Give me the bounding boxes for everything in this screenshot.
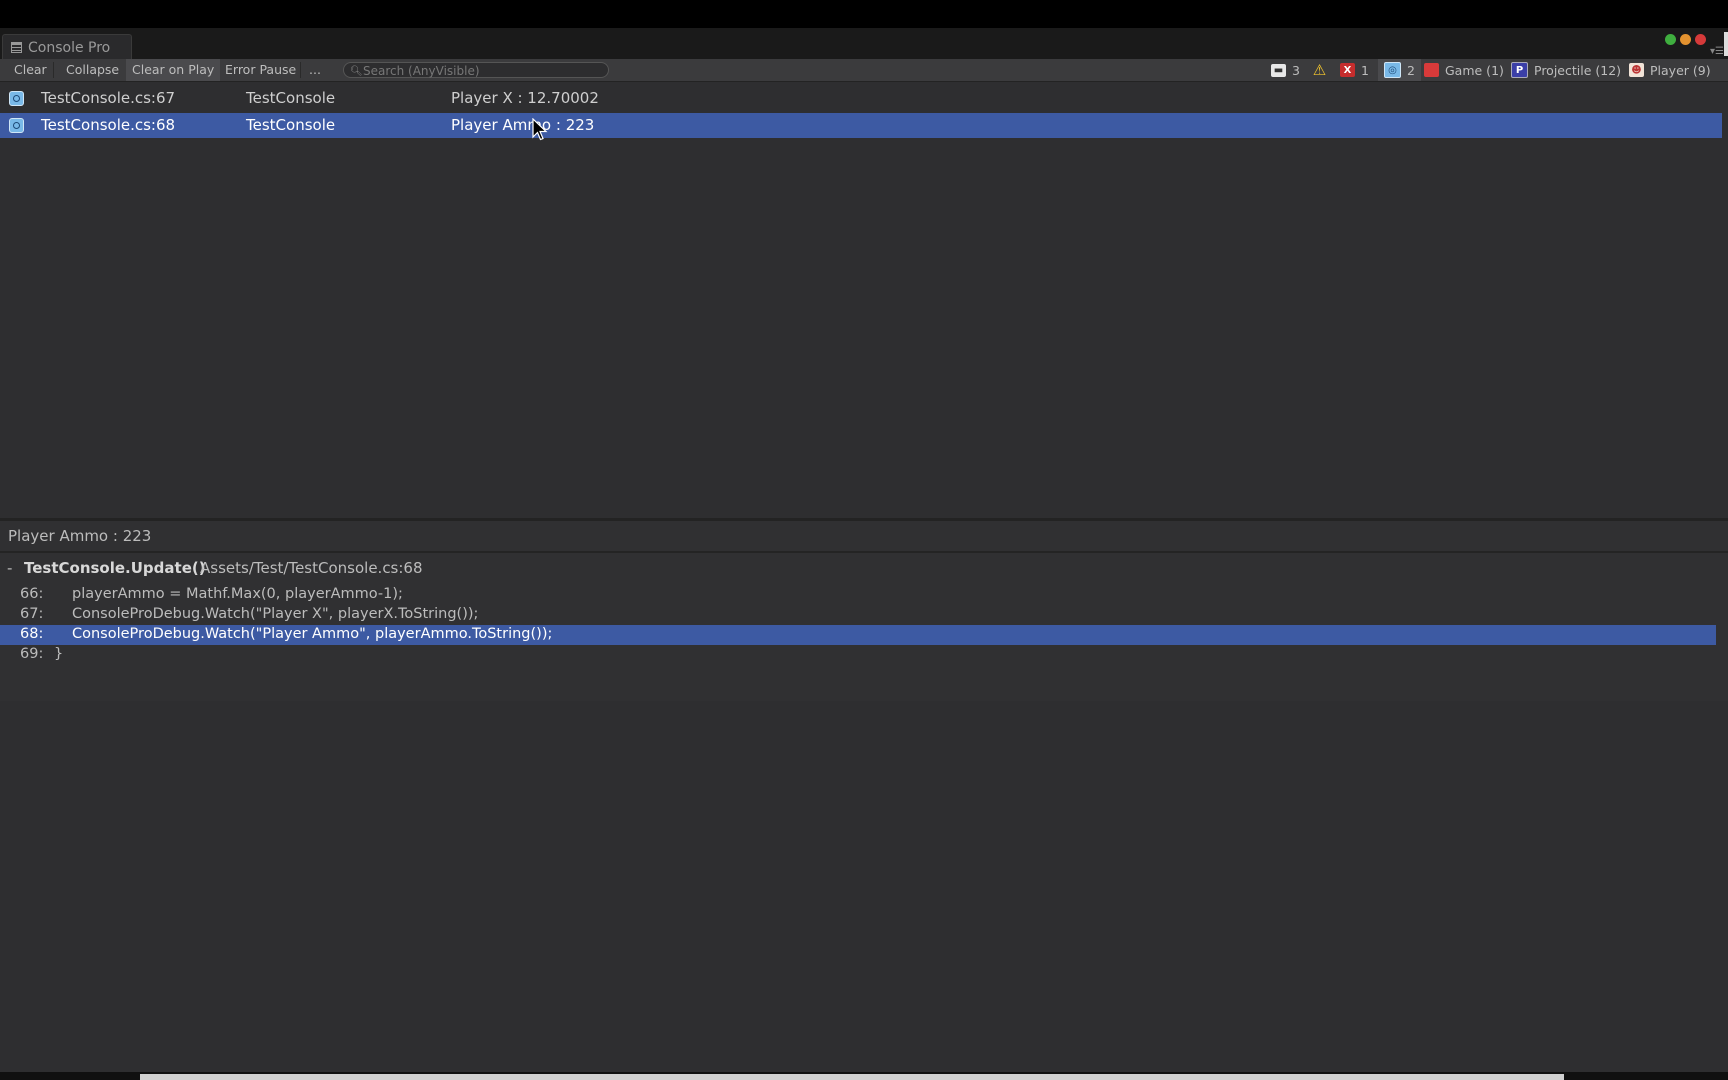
filter-player[interactable]: ☻ Player (9) [1629, 59, 1711, 81]
line-number: 68: [20, 626, 44, 642]
more-button[interactable]: ... [303, 59, 327, 81]
tab-title: Console Pro [28, 39, 111, 56]
close-icon[interactable] [1695, 34, 1706, 45]
log-source: TestConsole.cs:67 [41, 89, 176, 107]
frame-toggle[interactable]: - [7, 559, 12, 577]
maximize-icon[interactable] [1665, 34, 1676, 45]
filter-warning[interactable]: ⚠ [1312, 59, 1333, 81]
frame-path[interactable]: Assets/Test/TestConsole.cs:68 [200, 559, 423, 577]
search-input[interactable]: 🔍︎ Search (AnyVisible) [343, 62, 609, 78]
warning-icon: ⚠ [1312, 61, 1327, 79]
watch-icon [9, 118, 24, 133]
detail-message: Player Ammo : 223 [0, 521, 1728, 553]
toolbar: Clear Collapse Clear on Play Error Pause… [0, 59, 1728, 82]
filter-game[interactable]: Game (1) [1424, 59, 1504, 81]
projectile-icon: P [1511, 62, 1528, 78]
log-message: Player X : 12.70002 [451, 89, 599, 107]
log-icon: ▬ [1271, 63, 1286, 77]
search-icon: 🔍︎ [350, 66, 363, 77]
line-code: ConsoleProDebug.Watch("Player Ammo", pla… [72, 626, 553, 642]
filter-error[interactable]: X 1 [1340, 59, 1369, 81]
line-code: } [54, 646, 64, 662]
minimize-icon[interactable] [1680, 34, 1691, 45]
panel-menu-icon[interactable]: ▾☰ [1710, 46, 1724, 57]
window-scrollbar[interactable] [1724, 32, 1728, 56]
code-line[interactable]: 67: ConsoleProDebug.Watch("Player X", pl… [0, 605, 1716, 625]
search-placeholder: Search (AnyVisible) [363, 64, 480, 78]
code-line-selected[interactable]: 68: ConsoleProDebug.Watch("Player Ammo",… [0, 625, 1716, 645]
tab-strip: Console Pro ▾☰ [0, 28, 1728, 60]
log-row[interactable]: TestConsole.cs:68 TestConsole Player Amm… [0, 113, 1722, 138]
filter-log-count: 3 [1292, 62, 1300, 78]
background-window-bar [140, 1074, 1564, 1080]
line-code: playerAmmo = Mathf.Max(0, playerAmmo-1); [72, 586, 403, 602]
line-number: 67: [20, 606, 44, 622]
watch-icon: ◎ [1384, 62, 1401, 78]
error-pause-button[interactable]: Error Pause [219, 59, 302, 81]
clear-on-play-button[interactable]: Clear on Play [126, 59, 221, 81]
log-class: TestConsole [246, 89, 336, 107]
filter-watch-count: 2 [1407, 62, 1415, 78]
line-number: 66: [20, 586, 44, 602]
game-icon [1424, 63, 1439, 77]
filter-player-label: Player (9) [1650, 62, 1711, 78]
bottom-strip [0, 1072, 1728, 1080]
filter-projectile[interactable]: P Projectile (12) [1511, 59, 1621, 81]
filter-game-label: Game (1) [1445, 62, 1504, 78]
line-number: 69: [20, 646, 44, 662]
code-line[interactable]: 69: } [0, 645, 1716, 665]
filter-projectile-label: Projectile (12) [1534, 62, 1622, 78]
stack-frame[interactable]: - TestConsole.Update() Assets/Test/TestC… [0, 559, 1728, 581]
console-pro-window: Console Pro ▾☰ Clear Collapse Clear on P… [0, 28, 1728, 1072]
window-controls [1665, 34, 1706, 45]
console-icon [11, 42, 22, 53]
mouse-cursor-icon [532, 118, 548, 141]
log-list[interactable]: TestConsole.cs:67 TestConsole Player X :… [0, 82, 1724, 518]
clear-button[interactable]: Clear [8, 59, 53, 81]
error-icon: X [1340, 63, 1355, 77]
filter-log[interactable]: ▬ 3 [1271, 59, 1300, 81]
collapse-button[interactable]: Collapse [60, 59, 125, 81]
line-code: ConsoleProDebug.Watch("Player X", player… [72, 606, 479, 622]
log-source: TestConsole.cs:68 [41, 116, 176, 134]
watch-icon [9, 91, 24, 106]
filter-error-count: 1 [1361, 62, 1369, 78]
tab-console-pro[interactable]: Console Pro [2, 34, 132, 60]
code-line[interactable]: 66: playerAmmo = Mathf.Max(0, playerAmmo… [0, 585, 1716, 605]
player-icon: ☻ [1629, 63, 1644, 77]
frame-function[interactable]: TestConsole.Update() [24, 559, 206, 577]
filter-watch[interactable]: ◎ 2 [1378, 59, 1421, 81]
log-row[interactable]: TestConsole.cs:67 TestConsole Player X :… [0, 86, 1722, 111]
log-class: TestConsole [246, 116, 336, 134]
log-message: Player Ammo : 223 [451, 116, 595, 134]
